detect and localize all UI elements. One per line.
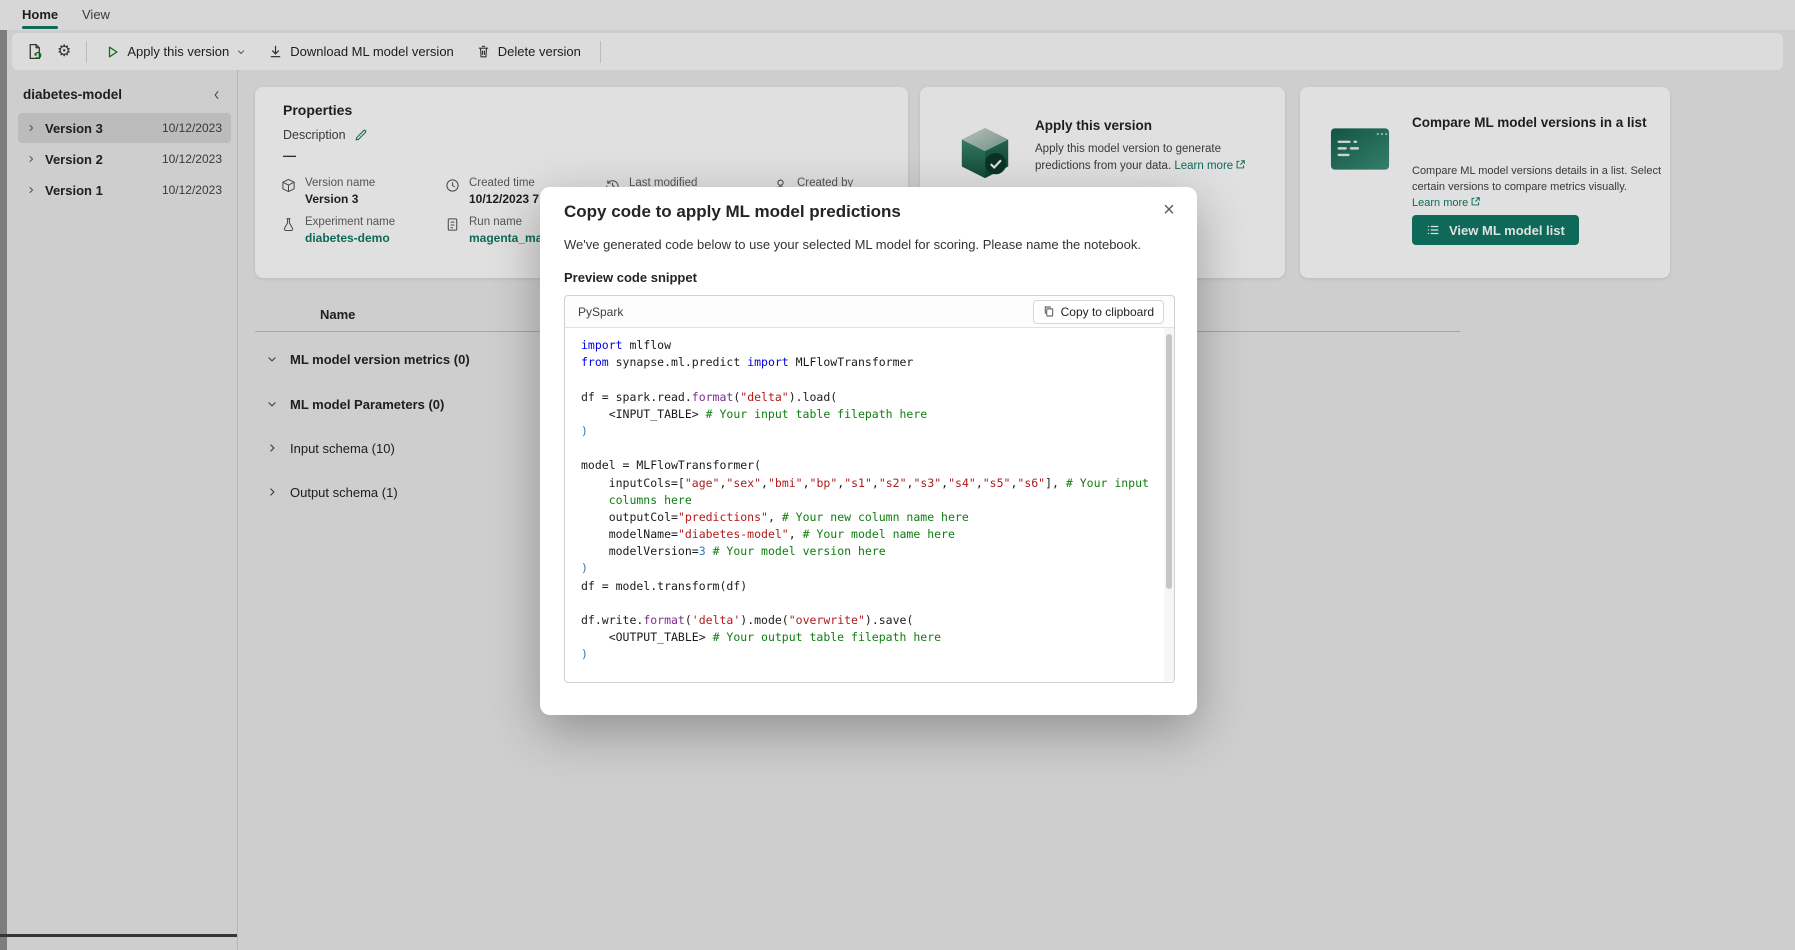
copy-to-clipboard-label: Copy to clipboard [1060, 304, 1154, 319]
preview-code-label: Preview code snippet [564, 270, 697, 285]
dialog-subtitle: We've generated code below to use your s… [564, 237, 1141, 252]
copy-code-dialog: Copy code to apply ML model predictions … [540, 187, 1197, 715]
code-content: import mlflow from synapse.ml.predict imp… [581, 338, 1149, 662]
dialog-title: Copy code to apply ML model predictions [564, 202, 901, 221]
copy-icon [1043, 305, 1055, 318]
close-icon[interactable]: × [1155, 197, 1183, 225]
copy-to-clipboard-button[interactable]: Copy to clipboard [1032, 299, 1164, 324]
code-language-label: PySpark [578, 304, 624, 319]
code-scrollbar-thumb[interactable] [1166, 334, 1172, 589]
app-window: Home View ⚙ Apply this version Download … [0, 0, 1795, 950]
code-scrollbar[interactable] [1164, 328, 1174, 681]
code-snippet-box: PySpark Copy to clipboard import mlflow f… [564, 295, 1175, 683]
